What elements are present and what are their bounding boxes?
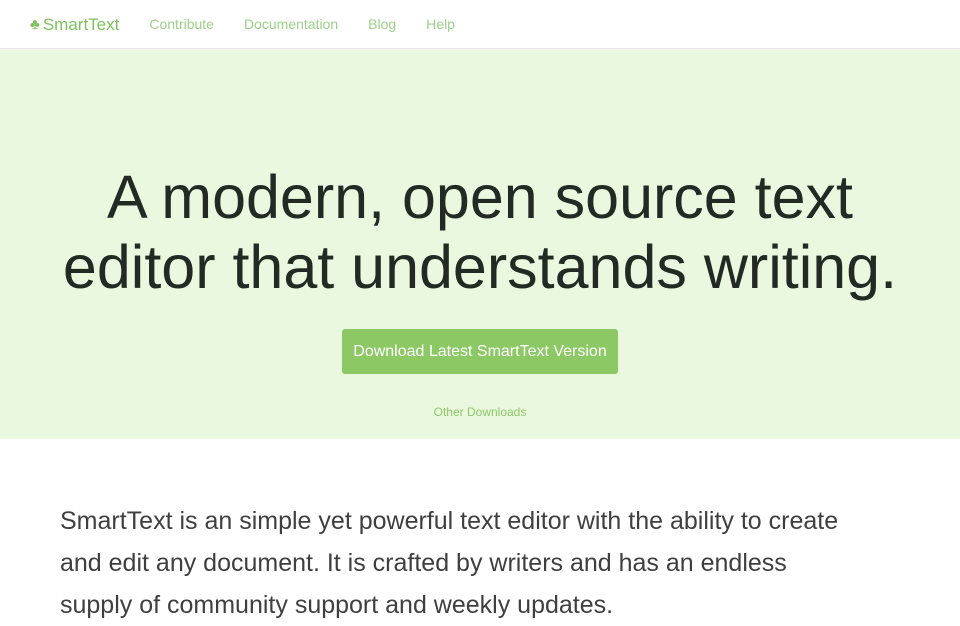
club-icon: ♣ — [30, 15, 40, 33]
hero-section: A modern, open source text editor that u… — [0, 50, 960, 439]
nav-link-blog[interactable]: Blog — [368, 17, 396, 31]
download-latest-button[interactable]: Download Latest SmartText Version — [342, 329, 618, 374]
nav-link-contribute[interactable]: Contribute — [149, 17, 214, 31]
hero-title-line-2: editor that understands writing. — [62, 233, 898, 301]
nav-link-documentation[interactable]: Documentation — [244, 17, 338, 31]
other-downloads-link[interactable]: Other Downloads — [0, 405, 960, 419]
hero-title: A modern, open source text editor that u… — [0, 162, 960, 302]
brand-name: SmartText — [42, 14, 120, 34]
hero-title-line-1: A modern, open source text — [107, 163, 853, 231]
brand-logo-link[interactable]: ♣ SmartText — [30, 16, 119, 33]
nav-link-help[interactable]: Help — [426, 17, 455, 31]
top-navbar: ♣ SmartText Contribute Documentation Blo… — [0, 0, 960, 49]
intro-paragraph: SmartText is an simple yet powerful text… — [60, 507, 839, 619]
